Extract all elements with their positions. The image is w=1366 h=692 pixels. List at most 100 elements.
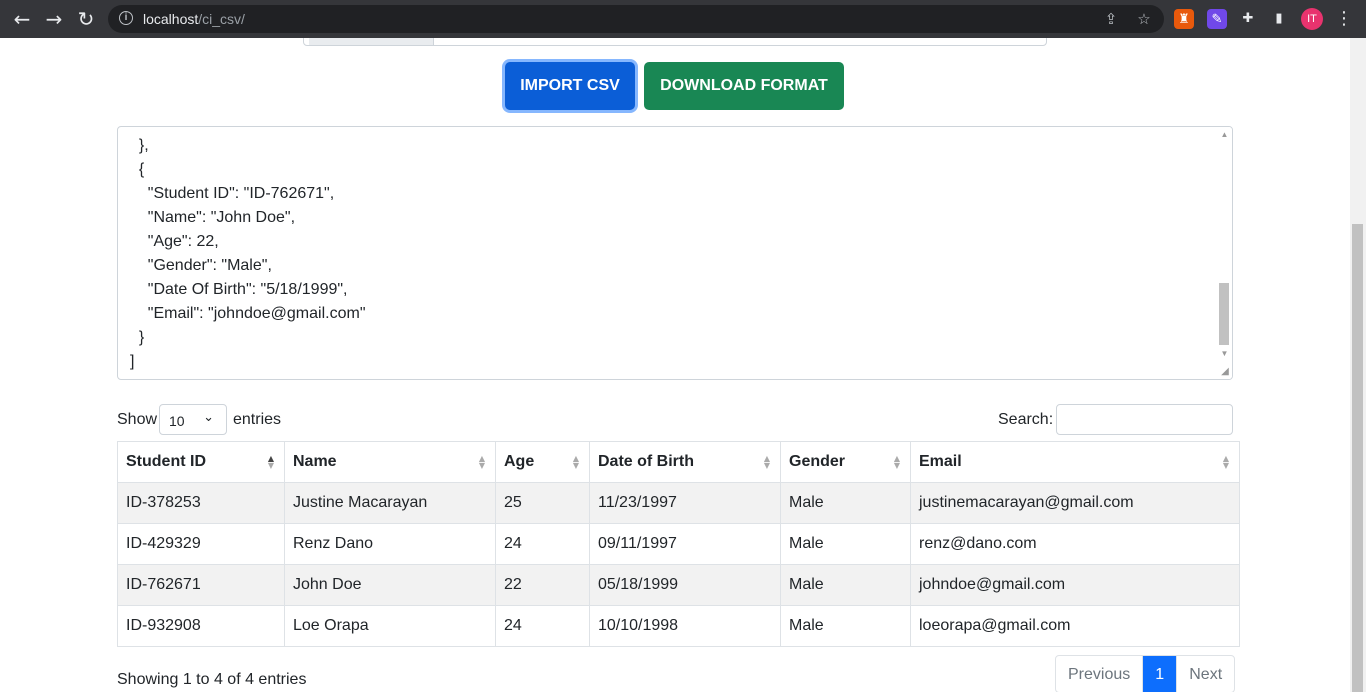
share-icon[interactable]: ⇪ — [1101, 9, 1121, 29]
json-line: "Gender": "Male", — [130, 257, 272, 274]
search-input[interactable] — [1056, 404, 1233, 435]
bookmark-star-icon[interactable]: ☆ — [1134, 9, 1154, 29]
cell-name: Justine Macarayan — [284, 482, 496, 524]
profile-avatar[interactable]: IT — [1301, 8, 1323, 30]
cell-gender: Male — [780, 564, 911, 606]
pagination: Previous 1 Next — [1055, 655, 1236, 692]
cell-date-of-birth: 09/11/1997 — [589, 523, 781, 565]
column-header-label: Name — [293, 453, 337, 470]
download-format-button[interactable]: DOWNLOAD FORMAT — [644, 62, 844, 110]
json-line: } — [130, 329, 145, 346]
sort-asc-icon: ▲ ▼ — [267, 454, 274, 470]
cell-age: 24 — [495, 605, 590, 647]
menu-kebab-icon[interactable]: ⋮ — [1334, 9, 1354, 29]
page-content: IMPORT CSV DOWNLOAD FORMAT ... }, { "Stu… — [0, 38, 1350, 692]
cell-age: 22 — [495, 564, 590, 606]
cell-student-id: ID-762671 — [117, 564, 285, 606]
cell-name: John Doe — [284, 564, 496, 606]
pagination-next[interactable]: Next — [1177, 656, 1234, 692]
cell-student-id: ID-378253 — [117, 482, 285, 524]
entries-length-select[interactable]: 10 ⌄ — [159, 404, 227, 435]
import-csv-button[interactable]: IMPORT CSV — [505, 62, 635, 110]
cell-gender: Male — [780, 482, 911, 524]
column-header-age[interactable]: Age ▲ ▼ — [495, 441, 590, 483]
students-table: Student ID ▲ ▼ Name ▲ ▼ Age ▲ ▼ Date of Birth ▲… — [117, 441, 1240, 647]
table-header-row: Student ID ▲ ▼ Name ▲ ▼ Age ▲ ▼ Date of Birth ▲… — [117, 441, 1240, 483]
json-line: "Age": 22, — [130, 233, 219, 250]
cell-email: renz@dano.com — [910, 523, 1240, 565]
cell-email: justinemacarayan@gmail.com — [910, 482, 1240, 524]
cell-age: 24 — [495, 523, 590, 565]
cell-email: johndoe@gmail.com — [910, 564, 1240, 606]
cell-student-id: ID-932908 — [117, 605, 285, 647]
extension-icon[interactable]: ♜ — [1174, 9, 1194, 29]
cell-name: Renz Dano — [284, 523, 496, 565]
table-row: ID-762671 John Doe 22 05/18/1999 Male jo… — [117, 564, 1240, 606]
cell-date-of-birth: 10/10/1998 — [589, 605, 781, 647]
cell-name: Loe Orapa — [284, 605, 496, 647]
json-line: ] — [130, 353, 135, 370]
site-info-icon[interactable]: i — [119, 11, 133, 25]
sort-icon: ▲ ▼ — [763, 454, 770, 470]
json-line: "Email": "johndoe@gmail.com" — [130, 305, 366, 322]
cell-email: loeorapa@gmail.com — [910, 605, 1240, 647]
cell-date-of-birth: 05/18/1999 — [589, 564, 781, 606]
cell-student-id: ID-429329 — [117, 523, 285, 565]
json-line: ... — [130, 127, 170, 131]
sort-icon: ▲ ▼ — [1222, 454, 1229, 470]
page-scrollbar[interactable] — [1350, 38, 1366, 692]
table-row: ID-932908 Loe Orapa 24 10/10/1998 Male l… — [117, 605, 1240, 647]
show-label: Show — [117, 411, 158, 428]
sort-icon: ▲ ▼ — [893, 454, 900, 470]
column-header-label: Gender — [789, 453, 846, 470]
extension-icon[interactable]: ✎ — [1207, 9, 1227, 29]
cell-age: 25 — [495, 482, 590, 524]
page-scroll-thumb[interactable] — [1352, 224, 1363, 692]
url-host: localhost — [143, 11, 199, 27]
url-path: /ci_csv/ — [198, 11, 245, 27]
sort-icon: ▲ ▼ — [478, 454, 485, 470]
back-arrow-icon[interactable]: ← — [10, 7, 34, 31]
reload-icon[interactable]: ↻ — [74, 7, 98, 31]
json-line: "Name": "John Doe", — [130, 209, 296, 226]
textarea-scroll-thumb[interactable] — [1219, 283, 1229, 345]
url-text[interactable]: localhost/ci_csv/ — [143, 11, 245, 27]
extensions-puzzle-icon[interactable]: ✚ — [1238, 9, 1258, 29]
column-header-label: Date of Birth — [598, 453, 694, 470]
cell-gender: Male — [780, 523, 911, 565]
chevron-down-icon: ⌄ — [203, 410, 214, 425]
textarea-scrollbar[interactable]: ▲ ▼ — [1217, 127, 1232, 379]
address-bar[interactable]: i localhost/ci_csv/ ⇪ ☆ — [108, 5, 1164, 33]
table-info: Showing 1 to 4 of 4 entries — [117, 671, 307, 688]
json-output-textarea[interactable]: ... }, { "Student ID": "ID-762671", "Nam… — [117, 126, 1233, 380]
side-panel-icon[interactable]: ▮ — [1269, 9, 1289, 29]
column-header-gender[interactable]: Gender ▲ ▼ — [780, 441, 911, 483]
scroll-up-arrow-icon[interactable]: ▲ — [1220, 130, 1229, 139]
table-row: ID-429329 Renz Dano 24 09/11/1997 Male r… — [117, 523, 1240, 565]
cell-date-of-birth: 11/23/1997 — [589, 482, 781, 524]
column-header-name[interactable]: Name ▲ ▼ — [284, 441, 496, 483]
choose-file-button[interactable] — [309, 38, 434, 45]
sort-icon: ▲ ▼ — [572, 454, 579, 470]
browser-toolbar: ← → ↻ i localhost/ci_csv/ ⇪ ☆ ♜ ✎ ✚ ▮ IT… — [0, 0, 1366, 38]
column-header-date-of-birth[interactable]: Date of Birth ▲ ▼ — [589, 441, 781, 483]
json-line: { — [130, 161, 145, 178]
cell-gender: Male — [780, 605, 911, 647]
pagination-previous[interactable]: Previous — [1056, 656, 1144, 692]
search-label: Search: — [998, 411, 1054, 428]
column-header-email[interactable]: Email ▲ ▼ — [910, 441, 1240, 483]
entries-length-value: 10 — [169, 413, 185, 429]
column-header-label: Age — [504, 453, 535, 470]
pagination-page-1[interactable]: 1 — [1143, 656, 1178, 692]
json-line: "Date Of Birth": "5/18/1999", — [130, 281, 348, 298]
scroll-down-arrow-icon[interactable]: ▼ — [1220, 349, 1229, 358]
file-input[interactable] — [303, 38, 1047, 46]
column-header-student-id[interactable]: Student ID ▲ ▼ — [117, 441, 285, 483]
forward-arrow-icon[interactable]: → — [42, 7, 66, 31]
resize-handle-icon[interactable]: ◢ — [1219, 366, 1231, 378]
column-header-label: Student ID — [126, 453, 206, 470]
column-header-label: Email — [919, 453, 962, 470]
json-line: }, — [130, 137, 149, 154]
json-line: "Student ID": "ID-762671", — [130, 185, 335, 202]
entries-label: entries — [233, 411, 282, 428]
